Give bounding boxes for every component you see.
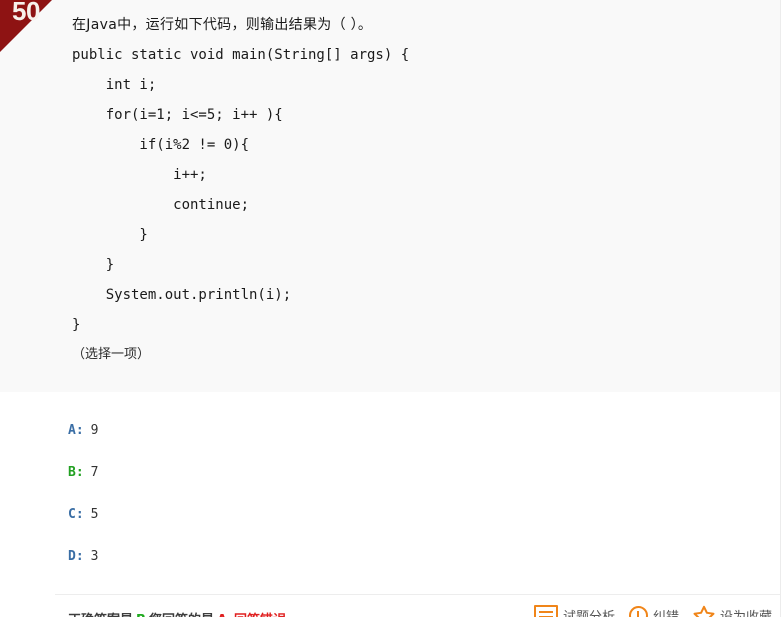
- result-status: 回答错误: [230, 613, 286, 617]
- code-line: continue;: [72, 197, 250, 213]
- your-answer-label: 您回答的是: [149, 613, 214, 617]
- analysis-button[interactable]: 试题分析: [533, 605, 615, 617]
- option-a[interactable]: A: 9: [0, 410, 780, 452]
- alert-circle-icon: [628, 605, 648, 617]
- option-b-key: B:: [68, 465, 84, 480]
- code-line: System.out.println(i);: [72, 287, 292, 303]
- option-a-key: A:: [68, 423, 84, 438]
- tool-actions: 试题分析 纠错 设为收藏: [533, 595, 774, 617]
- code-line: int i;: [72, 77, 157, 93]
- code-line: i++;: [72, 167, 207, 183]
- option-d-key: D:: [68, 549, 84, 564]
- option-d[interactable]: D: 3: [0, 536, 780, 578]
- star-icon: [693, 605, 715, 617]
- code-line: public static void main(String[] args) {: [72, 47, 410, 63]
- report-error-button[interactable]: 纠错: [628, 605, 679, 617]
- option-c-key: C:: [68, 507, 84, 522]
- option-c-text: 5: [90, 507, 99, 522]
- correct-answer-label: 正确答案是: [68, 613, 133, 617]
- option-b[interactable]: B: 7: [0, 452, 780, 494]
- favorite-button[interactable]: 设为收藏: [693, 605, 772, 617]
- question-prompt: 在Java中，运行如下代码，则输出结果为（ ）。: [72, 17, 373, 33]
- question-number: 50: [12, 0, 40, 26]
- option-a-text: 9: [90, 423, 99, 438]
- option-c[interactable]: C: 5: [0, 494, 780, 536]
- correct-answer-value: B: [133, 613, 149, 617]
- code-line: }: [72, 257, 115, 273]
- document-icon: [533, 605, 558, 617]
- result-bar: 正确答案是B您回答的是A回答错误 试题分析 纠错 设为收藏: [0, 595, 780, 617]
- code-line: for(i=1; i<=5; i++ ){: [72, 107, 283, 123]
- your-answer-value: A: [214, 613, 230, 617]
- answer-options-list: A: 9 B: 7 C: 5 D: 3: [0, 392, 780, 588]
- question-panel: 在Java中，运行如下代码，则输出结果为（ ）。 public static v…: [0, 0, 780, 392]
- code-line: }: [72, 317, 81, 333]
- selection-hint: （选择一项）: [72, 347, 151, 362]
- option-d-text: 3: [90, 549, 99, 564]
- code-line: if(i%2 != 0){: [72, 137, 250, 153]
- code-line: }: [72, 227, 148, 243]
- question-card: 50 在Java中，运行如下代码，则输出结果为（ ）。 public stati…: [0, 0, 781, 617]
- option-b-text: 7: [90, 465, 99, 480]
- favorite-label: 设为收藏: [719, 609, 772, 617]
- report-error-label: 纠错: [652, 609, 679, 617]
- answer-summary: 正确答案是B您回答的是A回答错误: [68, 595, 286, 617]
- analysis-label: 试题分析: [562, 609, 615, 617]
